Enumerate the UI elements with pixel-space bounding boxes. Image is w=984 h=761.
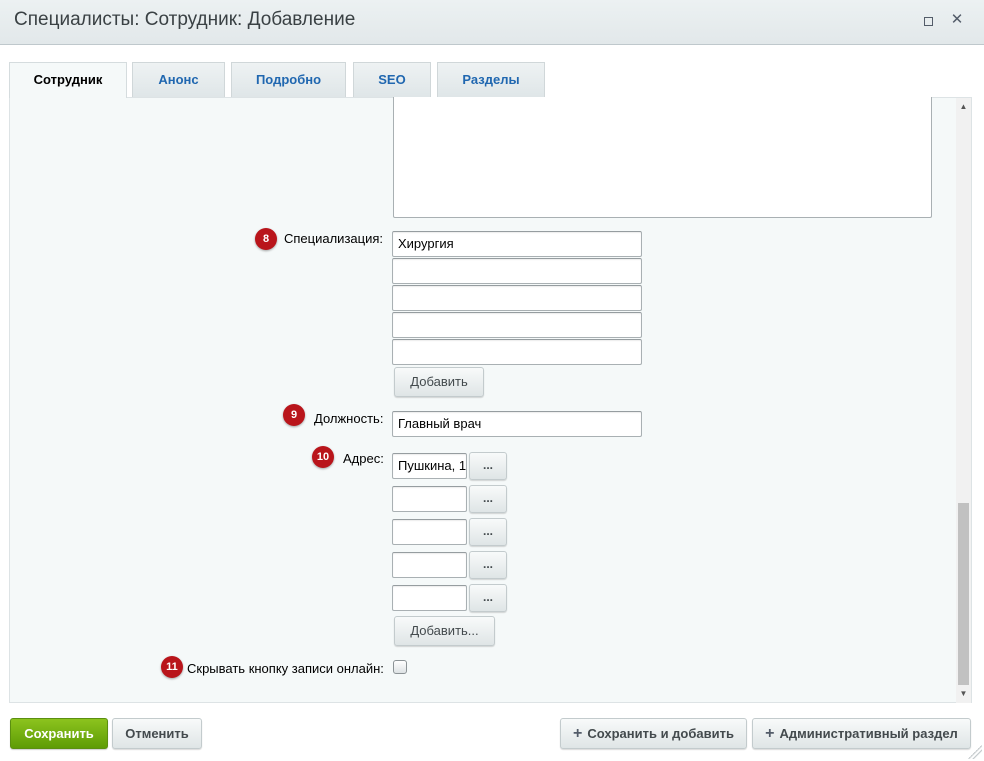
scroll-down-arrow-icon[interactable]: ▼ [956, 687, 971, 701]
specialization-field-1[interactable]: Хирургия [392, 231, 642, 257]
specialization-field-3[interactable] [392, 285, 642, 311]
tab-seo[interactable]: SEO [353, 62, 431, 97]
specialization-add-button[interactable]: Добавить [394, 367, 484, 397]
dialog-titlebar: Специалисты: Сотрудник: Добавление ✕ [0, 0, 984, 45]
step-badge-8: 8 [255, 228, 277, 250]
step-badge-11: 11 [161, 656, 183, 678]
description-textarea[interactable] [393, 97, 932, 218]
resize-grip-icon[interactable] [968, 745, 982, 759]
admin-section-button[interactable]: + Административный раздел [752, 718, 971, 749]
tab-details[interactable]: Подробно [231, 62, 346, 97]
plus-icon: + [573, 725, 583, 742]
admin-section-label: Административный раздел [779, 726, 958, 741]
step-badge-9: 9 [283, 404, 305, 426]
hide-booking-checkbox[interactable] [393, 660, 407, 674]
scroll-up-arrow-icon[interactable]: ▲ [956, 100, 971, 114]
position-label: Должность: [314, 411, 384, 426]
specialization-field-4[interactable] [392, 312, 642, 338]
address-add-button[interactable]: Добавить... [394, 616, 495, 646]
panel-scrollbar[interactable]: ▲ ▼ [956, 98, 971, 703]
position-field[interactable]: Главный врач [392, 411, 642, 437]
specialization-label: Специализация: [284, 231, 383, 246]
tab-announce[interactable]: Анонс [132, 62, 225, 97]
address-field-1[interactable]: Пушкина, 1 [392, 453, 467, 479]
cancel-button[interactable]: Отменить [112, 718, 202, 749]
address-field-5[interactable] [392, 585, 467, 611]
maximize-icon[interactable] [922, 14, 936, 28]
address-field-4[interactable] [392, 552, 467, 578]
address-browse-button-3[interactable]: ... [469, 518, 507, 546]
tab-employee[interactable]: Сотрудник [9, 62, 127, 98]
plus-icon: + [765, 725, 775, 742]
specialization-field-2[interactable] [392, 258, 642, 284]
dialog-title: Специалисты: Сотрудник: Добавление [14, 9, 356, 30]
address-browse-button-5[interactable]: ... [469, 584, 507, 612]
save-and-add-button[interactable]: + Сохранить и добавить [560, 718, 747, 749]
save-and-add-label: Сохранить и добавить [587, 726, 734, 741]
dialog-window: Специалисты: Сотрудник: Добавление ✕ Сот… [0, 0, 984, 761]
step-badge-10: 10 [312, 446, 334, 468]
scroll-thumb[interactable] [958, 503, 969, 685]
address-label: Адрес: [343, 451, 384, 466]
tab-sections[interactable]: Разделы [437, 62, 545, 97]
address-field-3[interactable] [392, 519, 467, 545]
address-browse-button-2[interactable]: ... [469, 485, 507, 513]
close-icon[interactable]: ✕ [950, 12, 964, 27]
save-button[interactable]: Сохранить [10, 718, 108, 749]
hide-booking-label: Скрывать кнопку записи онлайн: [187, 661, 384, 676]
address-browse-button-1[interactable]: ... [469, 452, 507, 480]
specialization-field-5[interactable] [392, 339, 642, 365]
address-browse-button-4[interactable]: ... [469, 551, 507, 579]
address-field-2[interactable] [392, 486, 467, 512]
